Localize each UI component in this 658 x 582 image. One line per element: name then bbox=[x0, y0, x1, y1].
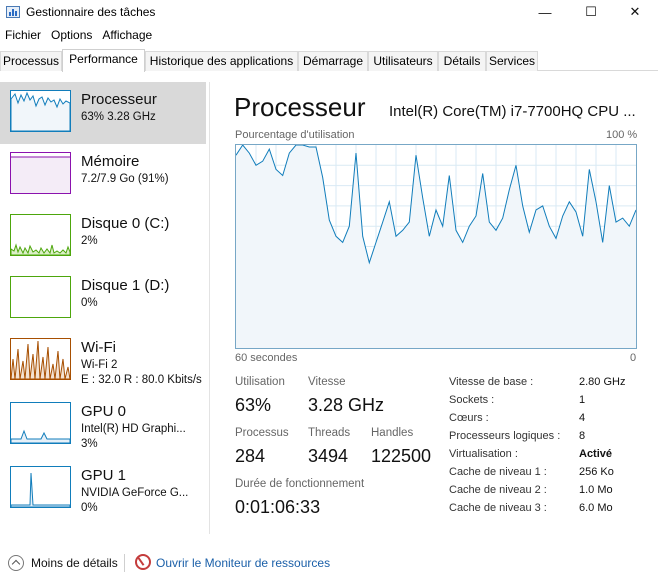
sidebar-item-sub2: E : 32.0 R : 80.0 Kbits/s bbox=[81, 374, 202, 386]
resource-sidebar: Processeur 63% 3.28 GHz Mémoire 7.2/7.9 … bbox=[0, 82, 206, 532]
maximize-button[interactable]: ☐ bbox=[568, 0, 614, 24]
vitesse-value: 3.28 GHz bbox=[308, 395, 385, 415]
tab-bar: Processus Performance Historique des app… bbox=[0, 49, 658, 72]
menu-options[interactable]: Options bbox=[46, 26, 97, 44]
close-button[interactable]: ✕ bbox=[612, 0, 658, 24]
vitesse-label: Vitesse bbox=[308, 376, 346, 388]
close-icon: ✕ bbox=[629, 4, 641, 19]
less-details-button[interactable]: Moins de détails bbox=[31, 556, 118, 570]
processus-label: Processus bbox=[235, 427, 289, 439]
tab-performance[interactable]: Performance bbox=[62, 49, 145, 72]
sidebar-item-sub: Intel(R) HD Graphi... bbox=[81, 423, 186, 435]
sidebar-item-title: Wi-Fi bbox=[81, 339, 116, 356]
sidebar-item-gpu-0[interactable]: GPU 0 Intel(R) HD Graphi... 3% bbox=[0, 394, 206, 456]
sidebar-divider bbox=[209, 82, 210, 534]
detail-key: Cache de niveau 1 : bbox=[449, 466, 547, 478]
maximize-icon: ☐ bbox=[585, 4, 597, 19]
detail-value: Activé bbox=[579, 448, 613, 460]
tab-utilisateurs[interactable]: Utilisateurs bbox=[368, 51, 438, 71]
tab-processus[interactable]: Processus bbox=[0, 51, 62, 71]
sidebar-item-disque-1[interactable]: Disque 1 (D:) 0% bbox=[0, 268, 206, 330]
cpu-usage-graph bbox=[235, 144, 637, 349]
detail-value: 8 bbox=[579, 430, 586, 442]
cpu-usage-plot bbox=[236, 145, 636, 348]
wifi-thumbnail bbox=[10, 338, 71, 380]
detail-key: Vitesse de base : bbox=[449, 376, 534, 388]
graph-y-label: Pourcentage d'utilisation bbox=[235, 129, 355, 141]
sidebar-item-sub: Wi-Fi 2 bbox=[81, 359, 118, 371]
uptime-value: 0:01:06:33 bbox=[235, 497, 321, 517]
detail-value: 256 Ko bbox=[579, 466, 614, 478]
graph-x-left-label: 60 secondes bbox=[235, 352, 298, 364]
cpu-thumbnail bbox=[10, 90, 71, 132]
detail-key: Cœurs : bbox=[449, 412, 489, 424]
menu-bar: Fichier Options Affichage bbox=[0, 26, 157, 44]
window-title: Gestionnaire des tâches bbox=[26, 5, 156, 19]
threads-label: Threads bbox=[308, 427, 351, 439]
sidebar-item-gpu-1[interactable]: GPU 1 NVIDIA GeForce G... 0% bbox=[0, 458, 206, 520]
tab-demarrage[interactable]: Démarrage bbox=[298, 51, 368, 71]
task-manager-icon bbox=[6, 6, 20, 18]
resource-monitor-link[interactable]: Ouvrir le Moniteur de ressources bbox=[156, 556, 330, 570]
sidebar-item-disque-0[interactable]: Disque 0 (C:) 2% bbox=[0, 206, 206, 268]
sidebar-item-sub: 63% 3.28 GHz bbox=[81, 111, 156, 123]
menu-fichier[interactable]: Fichier bbox=[0, 26, 46, 44]
sidebar-item-memoire[interactable]: Mémoire 7.2/7.9 Go (91%) bbox=[0, 144, 206, 206]
threads-value: 3494 bbox=[308, 446, 349, 466]
disk-0-thumbnail bbox=[10, 214, 71, 256]
detail-value: 2.80 GHz bbox=[579, 376, 626, 388]
utilisation-value: 63% bbox=[235, 395, 272, 415]
minimize-button[interactable]: — bbox=[522, 0, 568, 24]
memory-thumbnail bbox=[10, 152, 71, 194]
resource-monitor-icon[interactable] bbox=[135, 554, 151, 570]
gpu-0-thumbnail bbox=[10, 402, 71, 444]
tab-historique[interactable]: Historique des applications bbox=[145, 51, 298, 71]
handles-label: Handles bbox=[371, 427, 414, 439]
menu-affichage[interactable]: Affichage bbox=[97, 26, 157, 44]
sidebar-item-sub: 2% bbox=[81, 235, 98, 247]
page-title: Processeur bbox=[234, 92, 366, 122]
detail-key: Cache de niveau 2 : bbox=[449, 484, 547, 496]
sidebar-item-sub: 7.2/7.9 Go (91%) bbox=[81, 173, 169, 185]
footer-bar: Moins de détails Ouvrir le Moniteur de r… bbox=[0, 546, 658, 580]
sidebar-item-title: Disque 0 (C:) bbox=[81, 215, 170, 232]
detail-value: 4 bbox=[579, 412, 586, 424]
handles-value: 122500 bbox=[371, 446, 432, 466]
sidebar-item-wifi[interactable]: Wi-Fi Wi-Fi 2 E : 32.0 R : 80.0 Kbits/s bbox=[0, 330, 206, 392]
tab-services[interactable]: Services bbox=[486, 51, 538, 71]
processus-value: 284 bbox=[235, 446, 266, 466]
graph-y-max-label: 100 % bbox=[606, 129, 638, 141]
sidebar-item-title: Mémoire bbox=[81, 153, 140, 170]
cpu-model-name: Intel(R) Core(TM) i7-7700HQ CPU ... bbox=[389, 103, 636, 120]
uptime-label: Durée de fonctionnement bbox=[235, 478, 365, 490]
graph-x-right-label: 0 bbox=[630, 352, 637, 364]
sidebar-item-title: GPU 1 bbox=[81, 467, 127, 484]
sidebar-item-sub2: 3% bbox=[81, 438, 98, 450]
detail-value: 1 bbox=[579, 394, 586, 406]
detail-key: Processeurs logiques : bbox=[449, 430, 561, 442]
utilisation-label: Utilisation bbox=[235, 376, 285, 388]
sidebar-item-title: Processeur bbox=[81, 91, 157, 108]
tab-details[interactable]: Détails bbox=[438, 51, 486, 71]
detail-value: 6.0 Mo bbox=[579, 502, 613, 514]
sidebar-item-title: Disque 1 (D:) bbox=[81, 277, 170, 294]
footer-divider bbox=[124, 554, 125, 572]
detail-key: Virtualisation : bbox=[449, 448, 518, 460]
title-bar: Gestionnaire des tâches — ☐ ✕ bbox=[0, 0, 658, 24]
detail-value: 1.0 Mo bbox=[579, 484, 613, 496]
sidebar-item-sub2: 0% bbox=[81, 502, 98, 514]
minimize-icon: — bbox=[538, 4, 552, 20]
sidebar-item-sub: NVIDIA GeForce G... bbox=[81, 487, 189, 499]
disk-1-thumbnail bbox=[10, 276, 71, 318]
detail-key: Cache de niveau 3 : bbox=[449, 502, 547, 514]
sidebar-item-sub: 0% bbox=[81, 297, 98, 309]
gpu-1-thumbnail bbox=[10, 466, 71, 508]
detail-key: Sockets : bbox=[449, 394, 495, 406]
sidebar-item-title: GPU 0 bbox=[81, 403, 127, 420]
sidebar-item-processeur[interactable]: Processeur 63% 3.28 GHz bbox=[0, 82, 206, 144]
chevron-up-icon[interactable] bbox=[8, 555, 24, 571]
